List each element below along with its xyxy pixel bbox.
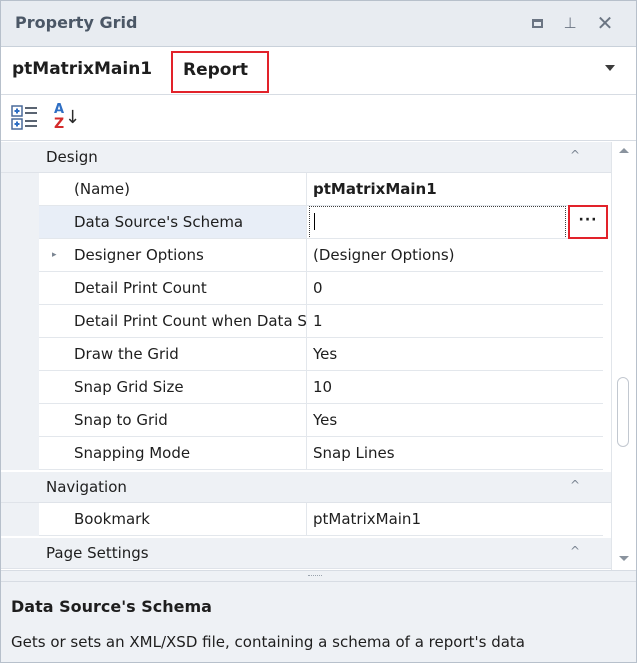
arrow-down-icon: ↓ — [65, 107, 81, 128]
row-gutter — [1, 503, 39, 536]
property-name: Designer Options — [39, 239, 307, 272]
property-row-detail-print-count[interactable]: Detail Print Count 0 — [1, 272, 611, 305]
property-row-snapping-mode[interactable]: Snapping Mode Snap Lines — [1, 437, 611, 470]
description-pane: Data Source's Schema Gets or sets an XML… — [1, 582, 636, 662]
property-value-cell — [307, 206, 603, 239]
description-text: Gets or sets an XML/XSD file, containing… — [11, 633, 525, 651]
row-gutter — [1, 272, 39, 305]
description-splitter[interactable] — [1, 570, 636, 582]
row-gutter — [1, 173, 39, 206]
property-name: (Name) — [39, 173, 307, 206]
alphabetical-sort-button[interactable]: A Z ↓ — [48, 102, 86, 134]
description-title: Data Source's Schema — [11, 597, 212, 616]
property-row-draw-grid[interactable]: Draw the Grid Yes — [1, 338, 611, 371]
property-name: Detail Print Count when Data Source is E… — [39, 305, 307, 338]
category-navigation[interactable]: Navigation ^ — [1, 472, 611, 503]
scrollbar-thumb[interactable] — [617, 377, 629, 447]
category-design[interactable]: Design ^ — [1, 142, 611, 173]
row-gutter — [1, 371, 39, 404]
property-name: Detail Print Count — [39, 272, 307, 305]
property-name: Bookmark — [39, 503, 307, 536]
property-grid: Design ^ (Name) ptMatrixMain1 Data Sourc… — [1, 142, 611, 570]
scroll-down-icon[interactable] — [619, 556, 629, 561]
property-value[interactable]: Yes — [307, 404, 603, 437]
pin-icon[interactable]: ⊥ — [560, 13, 580, 33]
selected-object-name: ptMatrixMain1 — [12, 59, 153, 79]
row-gutter — [1, 206, 39, 239]
property-row-designer-options[interactable]: ▸ Designer Options (Designer Options) — [1, 239, 611, 272]
chevron-down-icon[interactable] — [605, 65, 615, 71]
category-page-settings[interactable]: Page Settings ^ — [1, 538, 611, 569]
property-name: Draw the Grid — [39, 338, 307, 371]
property-value[interactable]: Snap Lines — [307, 437, 603, 470]
category-label: Design — [46, 148, 98, 166]
property-row-snap-to-grid[interactable]: Snap to Grid Yes — [1, 404, 611, 437]
property-grid-panel: Property Grid ⊥ ✕ ptMatrixMain1 Report A… — [0, 0, 637, 663]
browse-ellipsis-button[interactable]: ··· — [568, 205, 608, 239]
close-icon[interactable]: ✕ — [595, 13, 615, 33]
sort-alphabetical-icon-z: Z — [54, 116, 65, 132]
property-row-data-source-schema[interactable]: Data Source's Schema ··· — [1, 205, 611, 239]
scroll-up-icon[interactable] — [619, 148, 629, 153]
category-label: Navigation — [46, 478, 127, 496]
property-row-bookmark[interactable]: Bookmark ptMatrixMain1 — [1, 503, 611, 536]
categorized-icon — [11, 105, 37, 130]
property-value[interactable]: Yes — [307, 338, 603, 371]
property-toolbar: A Z ↓ — [1, 95, 636, 141]
chevron-up-icon[interactable]: ^ — [570, 544, 580, 558]
property-name: Data Source's Schema — [39, 206, 307, 239]
grip-icon — [308, 575, 322, 577]
property-value[interactable]: ptMatrixMain1 — [307, 503, 603, 536]
property-name: Snap to Grid — [39, 404, 307, 437]
chevron-up-icon[interactable]: ^ — [570, 148, 580, 162]
property-value[interactable]: 10 — [307, 371, 603, 404]
row-gutter — [1, 305, 39, 338]
property-row-name[interactable]: (Name) ptMatrixMain1 — [1, 173, 611, 206]
sort-alphabetical-icon: A — [54, 102, 65, 117]
row-gutter — [1, 239, 39, 272]
object-selector[interactable]: ptMatrixMain1 Report — [1, 47, 636, 95]
categorized-button[interactable] — [11, 104, 39, 132]
property-value[interactable]: ptMatrixMain1 — [307, 173, 603, 206]
property-row-detail-print-count-empty[interactable]: Detail Print Count when Data Source is E… — [1, 305, 611, 338]
row-gutter — [1, 404, 39, 437]
selected-object-type: Report — [171, 51, 269, 93]
property-name: Snap Grid Size — [39, 371, 307, 404]
panel-title: Property Grid — [15, 13, 138, 32]
property-row-snap-grid-size[interactable]: Snap Grid Size 10 — [1, 371, 611, 404]
category-label: Page Settings — [46, 544, 149, 562]
property-name: Snapping Mode — [39, 437, 307, 470]
schema-value-input[interactable] — [309, 206, 566, 238]
maximize-icon[interactable] — [527, 13, 547, 33]
property-value[interactable]: (Designer Options) — [307, 239, 603, 272]
row-gutter — [1, 338, 39, 371]
text-caret — [314, 213, 315, 230]
title-bar: Property Grid ⊥ ✕ — [1, 1, 636, 47]
vertical-scrollbar[interactable] — [611, 142, 636, 570]
property-value[interactable]: 0 — [307, 272, 603, 305]
row-gutter — [1, 437, 39, 470]
property-value[interactable]: 1 — [307, 305, 603, 338]
chevron-up-icon[interactable]: ^ — [570, 478, 580, 492]
